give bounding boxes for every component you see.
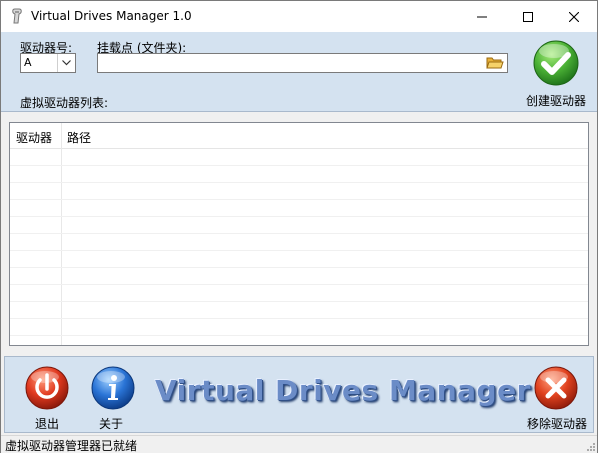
drive-letter-select[interactable]: A	[20, 53, 76, 73]
mount-point-input[interactable]	[97, 53, 508, 73]
usb-drive-icon	[12, 8, 22, 24]
remove-drive-button[interactable]: 移除驱动器	[519, 361, 587, 431]
folder-open-icon	[486, 57, 504, 69]
drive-list[interactable]: 驱动器 路径	[9, 122, 589, 346]
grid-line	[10, 199, 588, 200]
grid-line	[10, 284, 588, 285]
info-icon	[91, 366, 135, 410]
window-title: Virtual Drives Manager 1.0	[31, 9, 192, 23]
create-drive-button[interactable]: 创建驱动器	[523, 36, 589, 108]
column-divider	[61, 123, 62, 345]
chevron-down-icon[interactable]	[57, 54, 75, 72]
brand-logo-text: Virtual Drives Manager	[155, 374, 531, 407]
create-drive-label: 创建驱动器	[525, 94, 586, 108]
title-bar[interactable]: Virtual Drives Manager 1.0	[1, 1, 597, 32]
grid-line	[10, 216, 588, 217]
about-button[interactable]: 关于	[79, 361, 143, 431]
green-checkmark-icon	[533, 40, 579, 86]
about-label: 关于	[98, 417, 123, 431]
close-icon	[569, 11, 579, 22]
top-panel: 驱动器号: A 挂载点 (文件夹): 虚拟驱动器列表: 创建驱动器	[1, 32, 597, 112]
status-bar: 虚拟驱动器管理器已就绪	[1, 435, 597, 453]
drive-letter-value: A	[24, 56, 32, 69]
browse-folder-button[interactable]	[485, 55, 505, 71]
grid-line	[10, 335, 588, 336]
remove-drive-label: 移除驱动器	[526, 417, 587, 431]
drive-list-header: 驱动器 路径	[10, 123, 588, 149]
column-header-drive[interactable]: 驱动器	[16, 129, 52, 146]
main-window: Virtual Drives Manager 1.0 驱动器号: A 挂载点 (…	[0, 0, 598, 453]
power-icon	[25, 366, 69, 410]
grid-line	[10, 250, 588, 251]
grid-line	[10, 318, 588, 319]
maximize-icon	[523, 11, 533, 22]
column-header-path[interactable]: 路径	[67, 129, 91, 146]
drive-list-label: 虚拟驱动器列表:	[20, 96, 109, 110]
minimize-icon	[477, 16, 487, 17]
grid-line	[10, 301, 588, 302]
grid-line	[10, 233, 588, 234]
exit-button[interactable]: 退出	[15, 361, 79, 431]
minimize-button[interactable]	[459, 1, 505, 32]
bottom-panel: 退出 关于 Virtual Drives Manager 移除驱动器	[4, 356, 594, 433]
resize-grip-icon[interactable]	[585, 441, 595, 451]
close-button[interactable]	[551, 1, 597, 32]
exit-label: 退出	[34, 417, 59, 431]
maximize-button[interactable]	[505, 1, 551, 32]
grid-line	[10, 182, 588, 183]
grid-line	[10, 267, 588, 268]
status-text: 虚拟驱动器管理器已就绪	[5, 439, 138, 453]
red-x-icon	[534, 366, 578, 410]
grid-line	[10, 165, 588, 166]
